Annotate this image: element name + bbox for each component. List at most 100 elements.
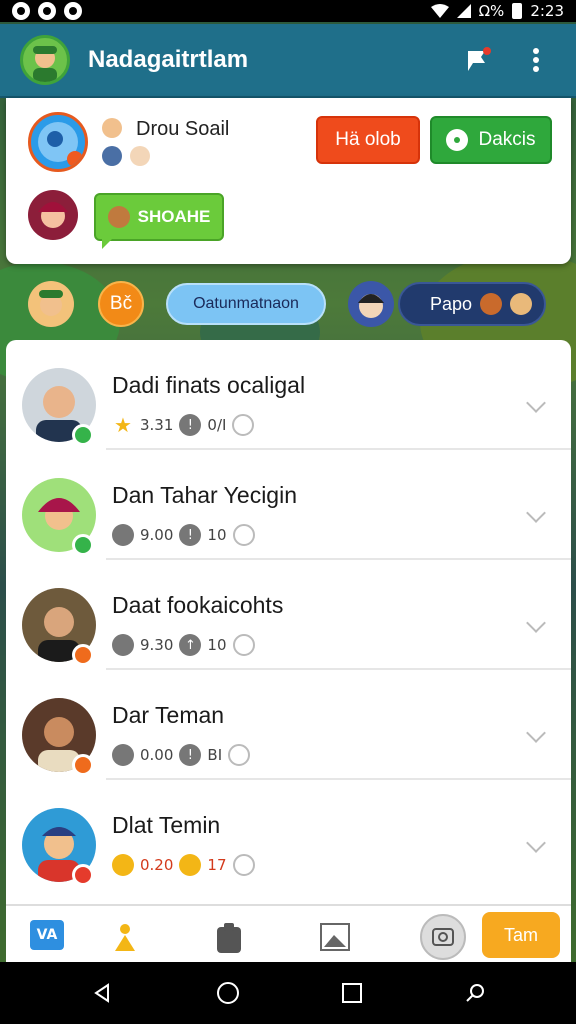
contact-name: Dadi finats ocaligal bbox=[112, 372, 306, 398]
person-button[interactable] bbox=[108, 920, 142, 954]
person-icon bbox=[115, 924, 135, 951]
stat-value: 0.00 bbox=[140, 746, 174, 764]
dark-pill-button[interactable]: Papo bbox=[398, 282, 546, 326]
contact-name: Dlat Temin bbox=[112, 812, 221, 838]
share-button[interactable]: SHOAHE bbox=[94, 193, 224, 249]
emoji-icon bbox=[112, 854, 134, 876]
wifi-icon bbox=[430, 4, 449, 18]
orange-badge-button[interactable]: Bč bbox=[98, 281, 144, 327]
status-icon bbox=[72, 864, 94, 886]
camera-button[interactable] bbox=[420, 914, 466, 960]
notification-icon bbox=[38, 2, 56, 20]
smile-icon bbox=[228, 744, 251, 766]
check-icon bbox=[112, 634, 134, 656]
info-icon: ↑ bbox=[179, 634, 202, 656]
contact-stats: 9.00 ! 10 bbox=[112, 524, 255, 546]
online-status-icon bbox=[72, 534, 94, 556]
chevron-down-icon[interactable] bbox=[526, 503, 546, 523]
chevron-down-icon[interactable] bbox=[526, 833, 546, 853]
red-action-button[interactable]: Hä olob bbox=[316, 116, 420, 164]
flag-chat-button[interactable] bbox=[458, 40, 498, 80]
member-face-icon bbox=[130, 146, 150, 166]
check-icon bbox=[112, 744, 134, 766]
stat-value: 9.30 bbox=[140, 636, 174, 654]
back-icon[interactable] bbox=[90, 981, 114, 1005]
battery-icon bbox=[512, 3, 523, 19]
smile-icon bbox=[232, 634, 255, 656]
contact-name: Daat fookaicohts bbox=[112, 592, 284, 618]
contact-avatar[interactable] bbox=[28, 281, 74, 327]
smile-icon bbox=[232, 854, 255, 876]
smile-icon bbox=[232, 524, 255, 546]
contact-name: Dan Tahar Yecigin bbox=[112, 482, 297, 508]
group-title: Drou Soail bbox=[136, 118, 230, 140]
face-icon bbox=[480, 293, 503, 315]
contact-list: Dadi finats ocaligal ★ 3.31 ! 0/I Dan Ta… bbox=[6, 340, 571, 904]
contact-name: Dar Teman bbox=[112, 702, 225, 728]
team-button[interactable]: Tam bbox=[482, 912, 560, 958]
smile-icon bbox=[232, 414, 255, 436]
status-icon bbox=[72, 644, 94, 666]
flag-chat-icon bbox=[468, 47, 491, 71]
info-icon: ! bbox=[179, 744, 202, 766]
quick-actions-row: Bč Oatunmatnaon Papo bbox=[0, 276, 576, 336]
stat-value: 17 bbox=[207, 856, 227, 874]
member-face-icon bbox=[102, 146, 122, 166]
share-label: SHOAHE bbox=[137, 207, 211, 226]
app-shortcut-button[interactable]: VA bbox=[30, 920, 64, 950]
signal-icon bbox=[456, 4, 471, 18]
image-button[interactable] bbox=[318, 920, 352, 954]
header-avatar[interactable] bbox=[20, 35, 70, 85]
list-item[interactable]: Dlat Temin 0.20 17 bbox=[6, 780, 571, 890]
clock: 2:23 bbox=[530, 2, 564, 20]
clipboard-button[interactable] bbox=[212, 920, 246, 954]
stat-value: 10 bbox=[207, 526, 227, 544]
search-icon[interactable] bbox=[464, 982, 486, 1004]
dark-pill-label: Papo bbox=[430, 293, 473, 314]
more-options-button[interactable] bbox=[516, 40, 556, 80]
status-bar: Ω% 2:23 bbox=[0, 0, 576, 22]
contact-stats: 0.20 17 bbox=[112, 854, 255, 876]
blue-pill-button[interactable]: Oatunmatnaon bbox=[166, 283, 326, 325]
member-face-icon bbox=[102, 118, 122, 138]
contact-stats: ★ 3.31 ! 0/I bbox=[112, 413, 255, 437]
list-item[interactable]: Dadi finats ocaligal ★ 3.31 ! 0/I bbox=[6, 340, 571, 450]
stat-value: 0/I bbox=[207, 416, 227, 434]
info-icon: ! bbox=[179, 414, 202, 436]
camera-icon bbox=[432, 928, 454, 946]
stat-value: 3.31 bbox=[140, 416, 174, 434]
image-icon bbox=[320, 923, 350, 951]
emoji-icon bbox=[179, 854, 202, 876]
notification-icon bbox=[64, 2, 82, 20]
more-vert-icon bbox=[533, 48, 539, 72]
online-status-icon bbox=[72, 424, 94, 446]
contact-stats: 9.30 ↑ 10 bbox=[112, 634, 255, 656]
user-avatar[interactable] bbox=[28, 190, 78, 240]
contact-avatar[interactable] bbox=[348, 281, 394, 327]
group-card: Drou Soail Hä olob Dakcis SHOAHE bbox=[6, 98, 571, 264]
chevron-down-icon[interactable] bbox=[526, 613, 546, 633]
stat-value: 0.20 bbox=[140, 856, 174, 874]
face-icon bbox=[107, 206, 130, 228]
list-item[interactable]: Dan Tahar Yecigin 9.00 ! 10 bbox=[6, 450, 571, 560]
check-icon bbox=[112, 524, 134, 546]
list-item[interactable]: Daat fookaicohts 9.30 ↑ 10 bbox=[6, 560, 571, 670]
contact-stats: 0.00 ! BI bbox=[112, 744, 251, 766]
stat-value: 10 bbox=[207, 636, 227, 654]
green-action-button[interactable]: Dakcis bbox=[430, 116, 552, 164]
green-action-label: Dakcis bbox=[478, 129, 536, 150]
recents-icon[interactable] bbox=[341, 982, 363, 1004]
home-icon[interactable] bbox=[215, 980, 241, 1006]
system-nav-bar bbox=[0, 962, 576, 1024]
chevron-down-icon[interactable] bbox=[526, 723, 546, 743]
record-icon bbox=[446, 129, 469, 151]
chevron-down-icon[interactable] bbox=[526, 393, 546, 413]
stat-value: BI bbox=[207, 746, 223, 764]
clipboard-icon bbox=[217, 923, 241, 953]
list-item[interactable]: Dar Teman 0.00 ! BI bbox=[6, 670, 571, 780]
battery-percent: Ω% bbox=[478, 2, 505, 20]
group-avatar[interactable] bbox=[28, 112, 88, 172]
face-icon bbox=[510, 293, 533, 315]
notification-icon bbox=[12, 2, 30, 20]
star-icon: ★ bbox=[114, 413, 132, 437]
